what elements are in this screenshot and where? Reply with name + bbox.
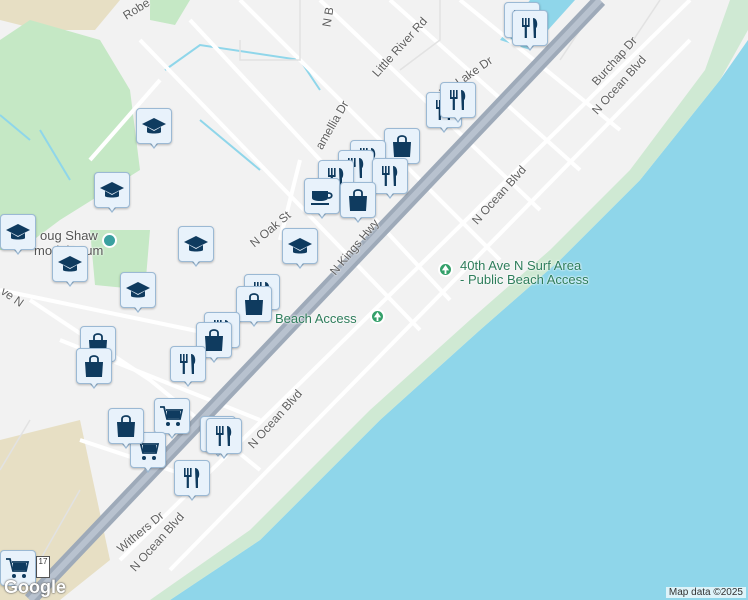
restaurant-marker[interactable] (440, 82, 476, 126)
restaurant-marker[interactable] (206, 418, 242, 462)
marker-pointer-fill (384, 189, 396, 197)
school-marker[interactable] (178, 226, 214, 270)
marker-pointer-fill (186, 491, 198, 499)
school-icon (125, 277, 151, 303)
restaurant-marker[interactable] (512, 10, 548, 54)
cafe-icon (309, 183, 335, 209)
marker-pointer-fill (132, 303, 144, 311)
shopping-marker[interactable] (236, 286, 272, 330)
restaurant-marker[interactable] (170, 346, 206, 390)
map-base (0, 0, 748, 600)
school-icon (99, 177, 125, 203)
shopping-marker[interactable] (340, 182, 376, 226)
marker-pointer-fill (452, 113, 464, 121)
school-marker[interactable] (94, 172, 130, 216)
stadium-label-line1: oug Shaw (40, 228, 98, 243)
cafe-marker[interactable] (304, 178, 340, 222)
highway-shield: 17 (36, 556, 50, 578)
marker-pointer-fill (316, 209, 328, 217)
map-view[interactable]: Robe N B Little River Rd Pine Lake Dr Bu… (0, 0, 748, 600)
surf-area-tree-icon[interactable] (438, 262, 453, 277)
shopping-icon (241, 291, 267, 317)
school-marker[interactable] (52, 246, 88, 290)
marker-pointer-fill (248, 317, 260, 325)
school-icon (57, 251, 83, 277)
marker-pointer-fill (88, 379, 100, 387)
beach-access-tree-icon[interactable] (370, 309, 385, 324)
school-marker[interactable] (0, 214, 36, 258)
google-logo[interactable]: Google (4, 577, 66, 598)
restaurant-marker[interactable] (174, 460, 210, 504)
marker-pointer-fill (64, 277, 76, 285)
marker-pointer-fill (524, 41, 536, 49)
shopping-icon (389, 133, 415, 159)
marker-pointer-fill (12, 245, 24, 253)
marker-pointer-fill (106, 203, 118, 211)
restaurant-marker[interactable] (372, 158, 408, 202)
stadium-icon (102, 233, 117, 248)
restaurant-icon (445, 87, 471, 113)
grocery-icon (159, 403, 185, 429)
school-icon (141, 113, 167, 139)
map-attribution[interactable]: Map data ©2025 (665, 587, 746, 598)
shopping-marker[interactable] (76, 348, 112, 392)
restaurant-icon (179, 465, 205, 491)
restaurant-icon (517, 15, 543, 41)
school-icon (5, 219, 31, 245)
marker-pointer-fill (208, 353, 220, 361)
surf-area-label-line2[interactable]: - Public Beach Access (460, 272, 589, 287)
marker-pointer-fill (352, 213, 364, 221)
marker-pointer-fill (142, 463, 154, 471)
restaurant-icon (175, 351, 201, 377)
restaurant-icon (211, 423, 237, 449)
shopping-icon (81, 353, 107, 379)
marker-pointer-fill (148, 139, 160, 147)
shopping-marker[interactable] (108, 408, 144, 452)
school-icon (183, 231, 209, 257)
school-marker[interactable] (120, 272, 156, 316)
school-icon (287, 233, 313, 259)
beach-access-label[interactable]: Beach Access (275, 311, 357, 326)
school-marker[interactable] (136, 108, 172, 152)
surf-area-label-line1[interactable]: 40th Ave N Surf Area (460, 258, 581, 273)
marker-pointer-fill (294, 259, 306, 267)
marker-pointer-fill (218, 449, 230, 457)
restaurant-icon (377, 163, 403, 189)
shopping-icon (345, 187, 371, 213)
shopping-icon (113, 413, 139, 439)
school-marker[interactable] (282, 228, 318, 272)
marker-pointer-fill (166, 429, 178, 437)
marker-pointer-fill (182, 377, 194, 385)
marker-pointer-fill (190, 257, 202, 265)
marker-pointer-fill (120, 439, 132, 447)
